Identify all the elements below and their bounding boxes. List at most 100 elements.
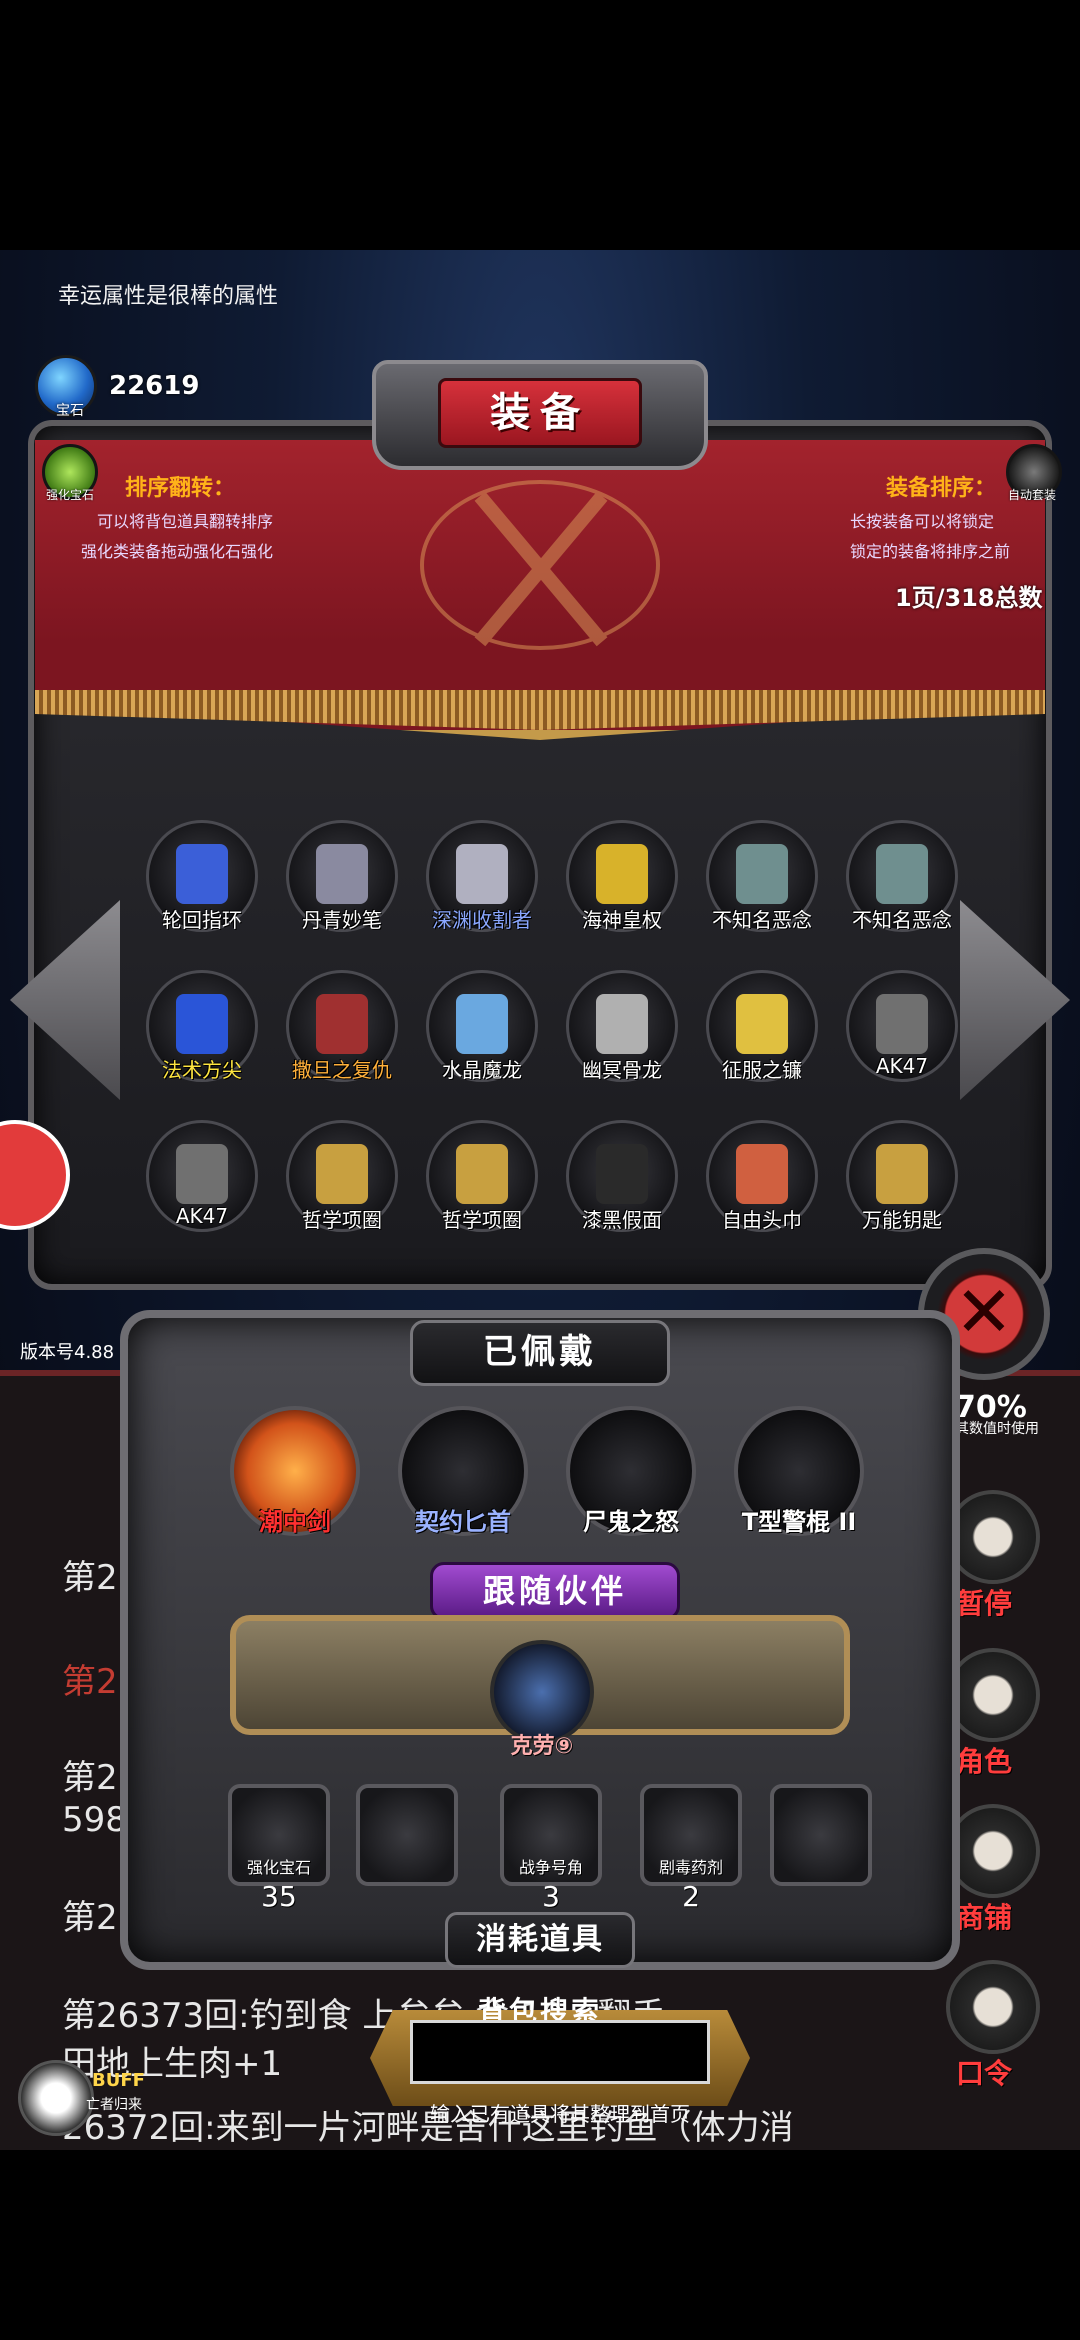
inventory-grid: 轮回指环 丹青妙笔 深渊收割者 海神皇权 不知名恶念 不知名恶念法术方尖 撒旦之复仇 水晶魔龙… [130, 820, 970, 1240]
search-hint: 输入已有道具将其整理到首页 [430, 2102, 690, 2126]
consumable-label: 强化宝石 [246, 1858, 311, 1877]
item-icon [176, 1144, 228, 1204]
code-book-icon[interactable] [946, 1960, 1040, 2054]
inventory-slot[interactable]: 法术方尖 [130, 970, 270, 1090]
crossed-swords-emblem-icon [420, 480, 660, 650]
item-icon [456, 844, 508, 904]
strengthen-gem-label: 强化宝石 [46, 488, 95, 502]
auto-set-label: 自动套装 [1008, 488, 1057, 502]
speed-sub: 其数值时使用 [955, 1421, 1039, 1437]
item-label: 丹青妙笔 [302, 908, 382, 932]
item-label: 漆黑假面 [582, 1208, 662, 1232]
item-icon [736, 844, 788, 904]
inventory-slot[interactable]: 自由头巾 [690, 1120, 830, 1240]
equipped-label: 尸鬼之怒 [583, 1508, 679, 1536]
character-icon[interactable] [946, 1648, 1040, 1742]
inventory-slot[interactable]: 漆黑假面 [550, 1120, 690, 1240]
sort-flip-title: 排序翻转： [125, 476, 236, 501]
code-button-label: 口令 [956, 2057, 1013, 2090]
item-icon [176, 994, 228, 1054]
consumable-slot[interactable] [770, 1784, 872, 1886]
item-icon [876, 844, 928, 904]
companion-title: 跟随伙伴 [430, 1562, 680, 1620]
item-icon [736, 994, 788, 1054]
gem-label: 宝石 [56, 403, 84, 419]
buff-label: BUFF [92, 2070, 145, 2091]
tip-text: 幸运属性是很棒的属性 [58, 284, 279, 309]
inventory-slot[interactable]: AK47 [830, 970, 970, 1090]
inventory-slot[interactable]: 深渊收割者 [410, 820, 550, 940]
item-label: AK47 [175, 1204, 229, 1228]
consumable-slot[interactable] [356, 1784, 458, 1886]
consumable-count: 35 [261, 1880, 297, 1913]
inventory-slot[interactable]: 水晶魔龙 [410, 970, 550, 1090]
inventory-slot[interactable]: 撒旦之复仇 [270, 970, 410, 1090]
item-icon [316, 994, 368, 1054]
inventory-slot[interactable]: 不知名恶念 [690, 820, 830, 940]
equipped-title: 已佩戴 [410, 1320, 670, 1386]
companion-name: 克劳⑨ [510, 1734, 574, 1759]
item-icon [176, 844, 228, 904]
equipped-label: 契约匕首 [415, 1508, 511, 1536]
item-icon [596, 994, 648, 1054]
item-label: AK47 [875, 1054, 929, 1078]
inventory-slot[interactable]: 征服之镰 [690, 970, 830, 1090]
inventory-slot[interactable]: 丹青妙笔 [270, 820, 410, 940]
skull-icon[interactable] [18, 2060, 94, 2136]
consumables-title: 消耗道具 [445, 1912, 635, 1968]
item-label: 不知名恶念 [712, 908, 812, 932]
item-label: 万能钥匙 [862, 1208, 942, 1232]
inventory-slot[interactable]: 不知名恶念 [830, 820, 970, 940]
log-line: 598 [62, 1800, 127, 1840]
item-label: 哲学项圈 [302, 1208, 382, 1232]
version-label: 版本号4.88 [20, 1342, 115, 1363]
item-icon [596, 1144, 648, 1204]
gem-icon: 宝石 [35, 355, 97, 419]
item-icon [596, 844, 648, 904]
consumable-count: 2 [682, 1880, 700, 1913]
page-count: 1页/318总数 [895, 584, 1043, 612]
inventory-slot[interactable]: 轮回指环 [130, 820, 270, 940]
consumable-label: 剧毒药剂 [658, 1858, 723, 1877]
equipped-label: T型警棍 II [741, 1508, 857, 1536]
pause-icon[interactable] [946, 1490, 1040, 1584]
item-label: 幽冥骨龙 [582, 1058, 662, 1082]
item-icon [316, 844, 368, 904]
log-line: 第2 [62, 1898, 118, 1938]
item-label: 哲学项圈 [442, 1208, 522, 1232]
buff-sub: 亡者归来 [86, 2097, 142, 2113]
item-icon [876, 994, 928, 1054]
item-label: 不知名恶念 [852, 908, 952, 932]
equip-sort-hint[interactable]: 装备排序： 长按装备可以将锁定 锁定的装备将排序之前 [850, 470, 1010, 562]
equipped-label: 潮中剑 [259, 1508, 331, 1536]
item-icon [876, 1144, 928, 1204]
item-label: 撒旦之复仇 [292, 1058, 392, 1082]
shop-button-label: 商铺 [956, 1901, 1013, 1934]
consumable-label: 战争号角 [518, 1858, 583, 1877]
inventory-slot[interactable]: AK47 [130, 1120, 270, 1240]
item-label: 海神皇权 [582, 908, 662, 932]
pause-button-label: 暂停 [956, 1587, 1013, 1620]
inventory-slot[interactable]: 海神皇权 [550, 820, 690, 940]
equip-sort-title: 装备排序： [886, 476, 997, 501]
inventory-slot[interactable]: 哲学项圈 [270, 1120, 410, 1240]
inventory-slot[interactable]: 哲学项圈 [410, 1120, 550, 1240]
log-line: 第2 [62, 1558, 118, 1598]
item-icon [736, 1144, 788, 1204]
item-label: 水晶魔龙 [442, 1058, 522, 1082]
item-icon [456, 994, 508, 1054]
item-label: 深渊收割者 [432, 908, 532, 932]
gem-count: 22619 [109, 371, 200, 401]
shop-icon[interactable] [946, 1804, 1040, 1898]
inventory-slot[interactable]: 万能钥匙 [830, 1120, 970, 1240]
item-icon [456, 1144, 508, 1204]
sort-flip-line: 强化类装备拖动强化石强化 [81, 542, 274, 561]
sort-flip-hint[interactable]: 排序翻转： 可以将背包道具翻转排序 强化类装备拖动强化石强化 [81, 470, 273, 562]
item-icon [316, 1144, 368, 1204]
inventory-slot[interactable]: 幽冥骨龙 [550, 970, 690, 1090]
equip-sort-line: 锁定的装备将排序之前 [850, 542, 1011, 561]
item-label: 法术方尖 [162, 1058, 242, 1082]
item-label: 轮回指环 [162, 908, 242, 932]
page-title: 装备 [438, 378, 642, 448]
search-input[interactable] [410, 2020, 710, 2084]
